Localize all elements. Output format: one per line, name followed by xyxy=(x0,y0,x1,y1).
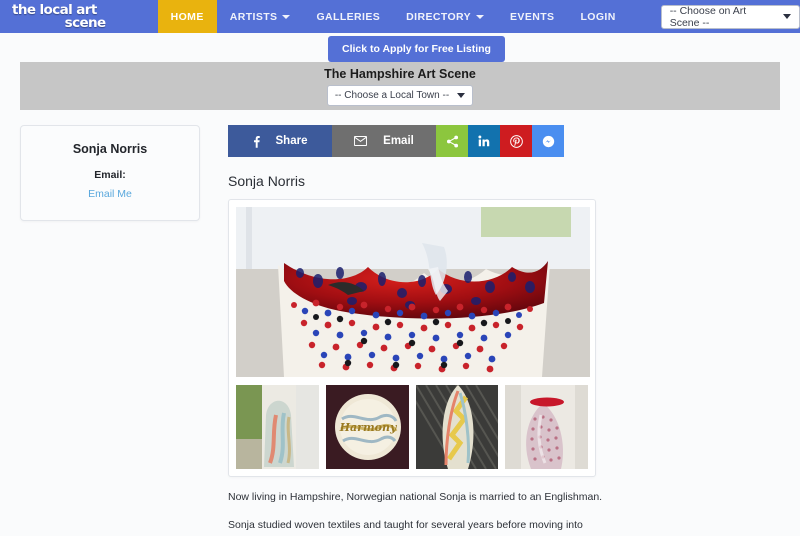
share-linkedin-button[interactable] xyxy=(468,125,500,157)
page-body: Sonja Norris Email: Email Me Share Email xyxy=(0,110,800,536)
thumbnail-3[interactable] xyxy=(415,385,499,469)
messenger-icon xyxy=(542,135,555,148)
nav-item-events[interactable]: EVENTS xyxy=(497,0,567,33)
site-logo[interactable]: the local art scene xyxy=(0,0,158,33)
share-facebook-label: Share xyxy=(275,135,308,147)
nav-item-artists-label: ARTISTS xyxy=(229,10,278,23)
share-more-button[interactable] xyxy=(436,125,468,157)
art-scene-select[interactable]: -- Choose on Art Scene -- xyxy=(660,4,800,29)
artist-card-name: Sonja Norris xyxy=(72,142,148,156)
nav-item-galleries[interactable]: GALLERIES xyxy=(303,0,393,33)
art-scene-select-value: -- Choose on Art Scene -- xyxy=(669,4,747,29)
share-nodes-icon xyxy=(446,135,459,148)
hero-artwork-image[interactable] xyxy=(236,207,590,377)
share-email-button[interactable]: Email xyxy=(332,125,436,157)
nav-item-artists[interactable]: ARTISTS xyxy=(217,0,304,33)
nav-item-directory-label: DIRECTORY xyxy=(406,10,472,23)
nav-item-galleries-label: GALLERIES xyxy=(316,10,381,23)
artist-bio: Now living in Hampshire, Norwegian natio… xyxy=(228,490,628,533)
nav-item-login-label: LOGIN xyxy=(580,10,616,23)
region-banner: The Hampshire Art Scene -- Choose a Loca… xyxy=(20,62,780,110)
nav-item-home-label: HOME xyxy=(170,10,204,23)
artist-contact-card: Sonja Norris Email: Email Me xyxy=(20,125,200,221)
bio-paragraph-2: Sonja studied woven textiles and taught … xyxy=(228,519,583,532)
thumbnail-1[interactable] xyxy=(236,385,319,469)
share-email-label: Email xyxy=(383,135,414,147)
artist-card-email-label: Email: xyxy=(94,169,126,181)
art-scene-select-wrap: -- Choose on Art Scene -- xyxy=(660,0,800,33)
email-me-link[interactable]: Email Me xyxy=(88,188,132,200)
share-messenger-button[interactable] xyxy=(532,125,564,157)
page-title: Sonja Norris xyxy=(228,173,306,189)
pinterest-p-icon xyxy=(509,134,523,148)
linkedin-in-icon xyxy=(478,135,490,147)
envelope-icon xyxy=(354,136,368,146)
chevron-down-icon xyxy=(783,14,791,19)
artwork-gallery-card: Harmony xyxy=(228,199,596,477)
nav-item-events-label: EVENTS xyxy=(510,10,555,23)
banner-title: The Hampshire Art Scene xyxy=(324,66,476,81)
thumbnail-2[interactable]: Harmony xyxy=(325,385,409,469)
nav-item-home[interactable]: HOME xyxy=(157,0,217,33)
thumbnail-strip: Harmony xyxy=(236,385,588,469)
social-share-bar: Share Email xyxy=(228,125,564,157)
facebook-f-icon xyxy=(253,135,260,148)
svg-text:Harmony: Harmony xyxy=(338,421,397,434)
bio-paragraph-1: Now living in Hampshire, Norwegian natio… xyxy=(228,491,603,503)
apply-free-listing-button[interactable]: Click to Apply for Free Listing xyxy=(328,36,505,62)
thumbnail-4[interactable] xyxy=(505,385,588,469)
chevron-down-icon xyxy=(282,14,291,19)
share-facebook-button[interactable]: Share xyxy=(228,125,332,157)
sidebar: Sonja Norris Email: Email Me xyxy=(20,125,200,536)
chevron-down-icon xyxy=(476,14,485,19)
apply-row: Click to Apply for Free Listing xyxy=(0,33,800,62)
nav-item-login[interactable]: LOGIN xyxy=(567,0,628,33)
local-town-select[interactable]: -- Choose a Local Town -- xyxy=(326,84,474,106)
main-content: Share Email Sonja Norris Harmony Now liv… xyxy=(200,125,780,536)
chevron-down-icon xyxy=(457,92,466,98)
local-town-select-value: -- Choose a Local Town -- xyxy=(334,89,450,101)
share-pinterest-button[interactable] xyxy=(500,125,532,157)
logo-line-2: scene xyxy=(64,14,107,31)
top-navbar: the local art scene HOME ARTISTS GALLERI… xyxy=(0,0,800,33)
nav-items: HOME ARTISTS GALLERIES DIRECTORY EVENTS … xyxy=(157,0,629,33)
nav-item-directory[interactable]: DIRECTORY xyxy=(393,0,497,33)
